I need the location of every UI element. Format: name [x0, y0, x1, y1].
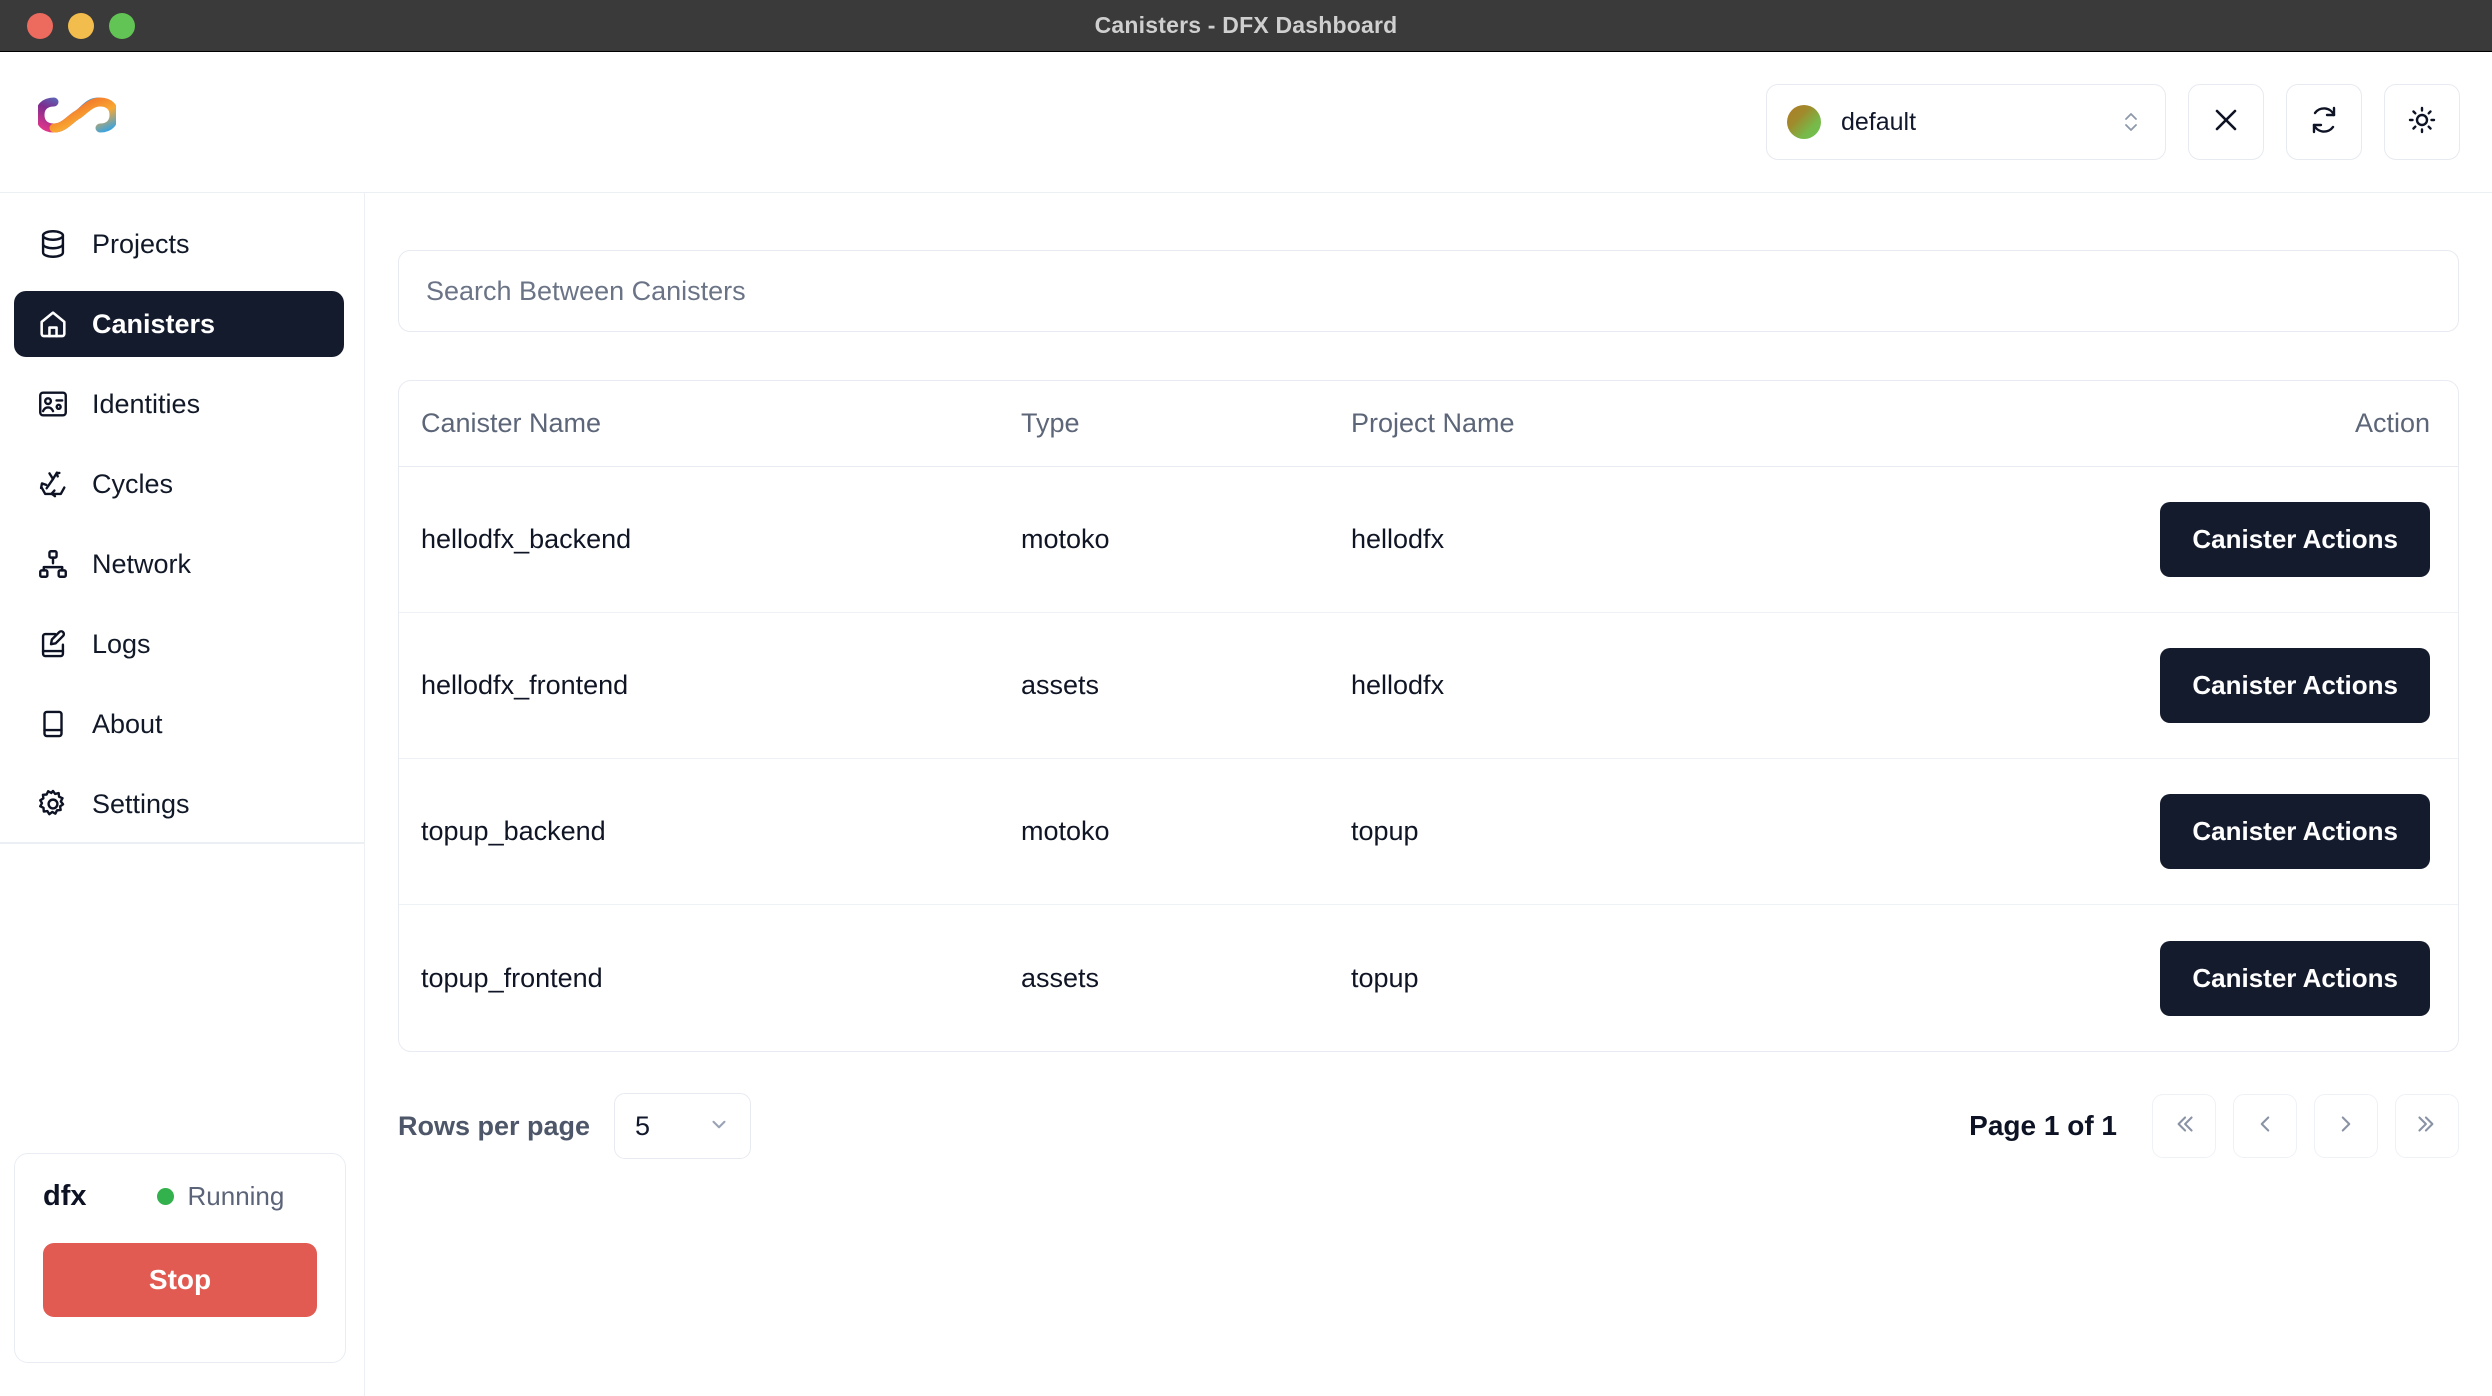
cell-canister-name: topup_backend [421, 816, 606, 846]
refresh-button[interactable] [2286, 84, 2362, 160]
theme-toggle-button[interactable] [2384, 84, 2460, 160]
recycle-icon [36, 467, 70, 501]
sidebar-item-canisters[interactable]: Canisters [14, 291, 344, 357]
home-icon [36, 307, 70, 341]
pagination-bar: Rows per page 5 Page 1 of 1 [398, 1085, 2459, 1167]
table-row: hellodfx_frontend assets hellodfx Canist… [399, 613, 2458, 759]
cell-type: motoko [1021, 816, 1110, 846]
status-dot-icon [156, 1188, 174, 1205]
icp-infinity-logo [35, 93, 119, 151]
cell-action: Canister Actions [2029, 648, 2458, 723]
dfx-label: dfx [43, 1180, 87, 1212]
sidebar-item-identities[interactable]: Identities [14, 371, 344, 437]
rows-per-page-label: Rows per page [398, 1110, 591, 1141]
canisters-table: Canister Name Type Project Name Action h… [398, 380, 2459, 1052]
cell-project-name: topup [1351, 816, 1419, 846]
sidebar-item-label: Identities [92, 388, 201, 419]
column-header-action: Action [2354, 408, 2430, 438]
sidebar-item-cycles[interactable]: Cycles [14, 451, 344, 517]
id-card-icon [36, 387, 70, 421]
cell-project-name: topup [1351, 962, 1419, 993]
table-header-row: Canister Name Type Project Name Action [399, 381, 2458, 467]
dfx-status-badge: Running [156, 1181, 285, 1212]
sun-icon [2407, 105, 2437, 140]
sidebar-item-projects[interactable]: Projects [14, 211, 344, 277]
note-pen-icon [36, 627, 70, 661]
cell-canister-name: topup_frontend [421, 962, 603, 993]
last-page-button[interactable] [2395, 1094, 2459, 1158]
search-input[interactable] [398, 250, 2459, 332]
chevron-down-icon [708, 1113, 730, 1140]
rows-per-page-select[interactable]: 5 [614, 1093, 752, 1159]
table-row: hellodfx_backend motoko hellodfx Caniste… [399, 467, 2458, 613]
window-titlebar: Canisters - DFX Dashboard [0, 0, 2492, 52]
canister-actions-button[interactable]: Canister Actions [2160, 940, 2430, 1016]
page-nav-group: Page 1 of 1 [1969, 1094, 2459, 1158]
canister-actions-button[interactable]: Canister Actions [2160, 502, 2430, 577]
sidebar: Projects Canisters Identities Cycles Net… [0, 192, 365, 1396]
identity-label: default [1841, 107, 1917, 136]
chevrons-left-icon [2171, 1111, 2197, 1142]
page-indicator: Page 1 of 1 [1969, 1110, 2117, 1141]
canister-actions-button[interactable]: Canister Actions [2160, 648, 2430, 723]
sidebar-item-label: About [92, 708, 163, 739]
database-icon [36, 227, 70, 261]
sidebar-item-settings[interactable]: Settings [14, 771, 344, 837]
sidebar-item-label: Network [92, 548, 192, 579]
close-x-icon [2211, 105, 2241, 140]
dfx-status-card: dfx Running Stop [14, 1153, 346, 1363]
sidebar-item-label: Projects [92, 228, 190, 259]
dfx-status-label: Running [187, 1181, 285, 1211]
cell-type: assets [1021, 962, 1100, 993]
header-controls: default [1766, 84, 2460, 160]
sidebar-item-logs[interactable]: Logs [14, 611, 344, 677]
table-row: topup_frontend assets topup Canister Act… [399, 905, 2458, 1051]
chevron-right-icon [2333, 1111, 2359, 1142]
column-header-type: Type [1021, 408, 1080, 438]
cell-canister-name: hellodfx_backend [421, 524, 632, 554]
chevrons-right-icon [2414, 1111, 2440, 1142]
window-title: Canisters - DFX Dashboard [1094, 12, 1398, 38]
first-page-button[interactable] [2152, 1094, 2216, 1158]
cell-action: Canister Actions [2029, 940, 2458, 1016]
cell-action: Canister Actions [2029, 502, 2458, 577]
cell-action: Canister Actions [2029, 794, 2458, 869]
chevron-up-down-icon [2123, 108, 2139, 136]
sidebar-item-network[interactable]: Network [14, 531, 344, 597]
cell-type: motoko [1021, 524, 1110, 554]
book-icon [36, 707, 70, 741]
previous-page-button[interactable] [2233, 1094, 2297, 1158]
refresh-icon [2309, 105, 2339, 140]
hierarchy-icon [36, 547, 70, 581]
sidebar-nav: Projects Canisters Identities Cycles Net… [0, 193, 364, 837]
dfx-status-row: dfx Running [43, 1180, 317, 1213]
next-page-button[interactable] [2314, 1094, 2378, 1158]
cell-project-name: hellodfx [1351, 670, 1445, 700]
sidebar-item-label: Canisters [92, 308, 216, 339]
sidebar-item-about[interactable]: About [14, 691, 344, 757]
cell-canister-name: hellodfx_frontend [421, 670, 629, 700]
sidebar-divider [0, 842, 365, 844]
cell-type: assets [1021, 670, 1100, 700]
sidebar-item-label: Cycles [92, 468, 174, 499]
identity-selector[interactable]: default [1766, 84, 2166, 160]
rows-per-page-value: 5 [635, 1110, 651, 1141]
identity-avatar [1787, 105, 1821, 139]
rows-per-page-group: Rows per page 5 [398, 1093, 752, 1159]
column-header-canister-name: Canister Name [421, 408, 602, 438]
chevron-left-icon [2252, 1111, 2278, 1142]
column-header-project-name: Project Name [1351, 408, 1515, 438]
gear-icon [36, 787, 70, 821]
sidebar-item-label: Settings [92, 788, 190, 819]
app-header: default [0, 52, 2492, 192]
sidebar-item-label: Logs [92, 628, 151, 659]
close-button[interactable] [2188, 84, 2264, 160]
main-content: Canister Name Type Project Name Action h… [365, 192, 2492, 1396]
canister-actions-button[interactable]: Canister Actions [2160, 794, 2430, 869]
cell-project-name: hellodfx [1351, 524, 1445, 554]
stop-dfx-button[interactable]: Stop [43, 1243, 317, 1317]
table-row: topup_backend motoko topup Canister Acti… [399, 759, 2458, 905]
